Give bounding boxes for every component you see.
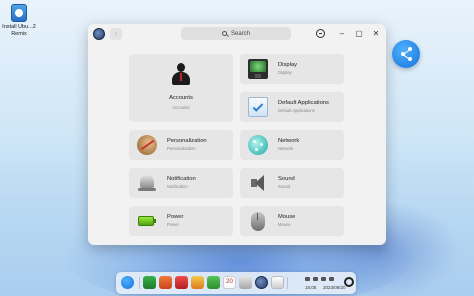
clock-time[interactable]: 15:05 xyxy=(305,285,316,290)
tile-accounts[interactable]: Accounts Accounts xyxy=(129,54,233,122)
minimize-button[interactable]: – xyxy=(336,28,348,40)
tile-title: Display xyxy=(278,62,298,68)
music-icon[interactable] xyxy=(207,276,220,289)
network-status-icon[interactable] xyxy=(305,277,310,281)
tile-sound[interactable]: Sound Sound xyxy=(240,168,344,198)
monitor-icon xyxy=(248,59,268,79)
battery-status-icon[interactable] xyxy=(321,277,326,281)
browser-icon[interactable] xyxy=(175,276,188,289)
tile-title: Mouse xyxy=(278,214,296,220)
default-apps-icon xyxy=(248,97,268,117)
tile-title: Power xyxy=(167,214,184,220)
tile-title: Personalization xyxy=(167,138,207,144)
tile-subtitle: Default Applications xyxy=(278,108,315,113)
tile-subtitle: Network xyxy=(278,146,294,151)
app-store-icon[interactable] xyxy=(159,276,172,289)
tile-title: Sound xyxy=(278,176,295,182)
back-button[interactable]: ‹ xyxy=(110,28,122,40)
palette-icon xyxy=(137,135,157,155)
app-logo-icon xyxy=(93,28,105,40)
launcher-float-icon[interactable] xyxy=(392,40,420,68)
tile-subtitle: Mouse xyxy=(278,222,291,227)
tile-network[interactable]: Network Network xyxy=(240,130,344,160)
close-button[interactable]: ✕ xyxy=(370,28,382,40)
search-placeholder: Search xyxy=(230,30,250,37)
desktop-icon-label: Install Ubu...2 Remix xyxy=(2,24,36,37)
volume-icon[interactable] xyxy=(313,277,318,281)
calendar-icon[interactable]: 20 xyxy=(223,276,236,289)
trash-icon[interactable] xyxy=(271,276,284,289)
tile-power[interactable]: Power Power xyxy=(129,206,233,236)
terminal-icon[interactable] xyxy=(143,276,156,289)
maximize-button[interactable]: ▢ xyxy=(353,28,365,40)
menu-icon xyxy=(315,29,325,38)
tile-title: Default Applications xyxy=(278,100,329,106)
tile-subtitle: Notification xyxy=(167,184,188,189)
system-tray: 15:05 2023/08/20 xyxy=(288,275,348,291)
tile-default-applications[interactable]: Default Applications Default Application… xyxy=(240,92,344,122)
search-input[interactable]: Search xyxy=(181,27,291,40)
menu-button[interactable] xyxy=(314,28,326,40)
tile-notification[interactable]: Notification Notification xyxy=(129,168,233,198)
tile-title: Notification xyxy=(167,176,196,182)
bell-icon xyxy=(137,173,157,193)
tile-title: Network xyxy=(278,138,300,144)
launcher-icon[interactable] xyxy=(121,276,134,289)
files-icon[interactable] xyxy=(239,276,252,289)
notification-tray-icon[interactable] xyxy=(329,277,334,281)
tile-subtitle: Accounts xyxy=(172,105,190,110)
user-icon xyxy=(171,62,191,86)
dock-divider xyxy=(139,277,140,289)
desktop-install-icon[interactable]: Install Ubu...2 Remix xyxy=(2,4,36,38)
search-icon xyxy=(221,31,227,36)
speaker-icon xyxy=(248,173,268,193)
battery-icon xyxy=(137,211,157,231)
globe-network-icon xyxy=(248,135,268,155)
tile-subtitle: Personalization xyxy=(167,146,196,151)
settings-window: ‹ Search – ▢ ✕ Accounts Accounts Display… xyxy=(88,24,386,245)
mouse-icon xyxy=(248,211,268,231)
power-icon[interactable] xyxy=(344,277,354,287)
tile-subtitle: Display xyxy=(278,70,292,75)
tile-display[interactable]: Display Display xyxy=(240,54,344,84)
tile-mouse[interactable]: Mouse Mouse xyxy=(240,206,344,236)
tile-personalization[interactable]: Personalization Personalization xyxy=(129,130,233,160)
photos-icon[interactable] xyxy=(191,276,204,289)
settings-app-icon[interactable] xyxy=(255,276,268,289)
installer-icon xyxy=(11,4,27,22)
titlebar: ‹ Search – ▢ ✕ xyxy=(88,24,386,44)
tile-subtitle: Power xyxy=(167,222,179,227)
clock-date[interactable]: 2023/08/20 xyxy=(323,285,346,290)
tile-title: Accounts xyxy=(169,95,193,101)
dock: 20 15:05 2023/08/20 xyxy=(116,272,356,294)
tile-subtitle: Sound xyxy=(278,184,291,189)
